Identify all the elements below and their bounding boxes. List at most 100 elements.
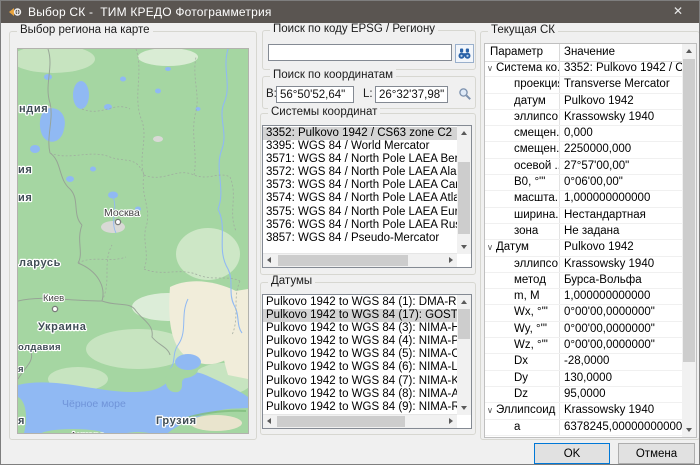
systems-list: 3352: Pulkovo 1942 / CS63 zone C23395: W… xyxy=(263,127,457,254)
value-cell: Бурса-Вольфа xyxy=(559,273,682,288)
datums-vertical-scrollbar[interactable] xyxy=(457,295,471,415)
column-header-value[interactable]: Значение xyxy=(559,44,696,61)
scrollbar-thumb[interactable] xyxy=(278,255,408,266)
value-cell: 0°00'00,0000000" xyxy=(559,338,682,353)
value-cell: 3352: Pulkovo 1942 / CS63 ... xyxy=(559,61,682,76)
value-cell: 0°06'00,00" xyxy=(559,175,682,190)
cs-table-row[interactable]: проекцияTransverse Mercator xyxy=(485,77,682,93)
parameter-cell: смещен... xyxy=(495,126,559,141)
list-item[interactable]: Pulkovo 1942 to WGS 84 (17): GOST-Rus xyxy=(263,309,457,322)
epsg-search-input[interactable] xyxy=(268,44,452,61)
map-label: олдавия xyxy=(18,342,61,353)
cs-table-row[interactable]: B0, °'"0°06'00,00" xyxy=(485,175,682,191)
map[interactable]: ндияияияМоскваларусьКиевУкраинаолдавияяЧ… xyxy=(17,48,249,434)
list-item[interactable]: Pulkovo 1942 to WGS 84 (3): NIMA-Hun xyxy=(263,322,457,335)
epsg-group-label: Поиск по коду EPSG / Региону xyxy=(270,23,438,35)
systems-group-label: Системы координат xyxy=(268,106,380,118)
list-item[interactable]: 3571: WGS 84 / North Pole LAEA Bering Se… xyxy=(263,153,457,166)
scroll-right-icon[interactable] xyxy=(449,418,453,424)
city-marker xyxy=(52,306,57,311)
ok-button[interactable]: OK xyxy=(534,443,610,464)
cs-table-row[interactable]: Wz, °'"0°00'00,0000000" xyxy=(485,338,682,354)
column-header-parameter[interactable]: Параметр xyxy=(485,44,559,61)
tree-indent xyxy=(485,126,495,141)
cs-table-row[interactable]: смещен...0,000 xyxy=(485,126,682,142)
parameter-cell: смещен... xyxy=(495,142,559,157)
list-item[interactable]: Pulkovo 1942 to WGS 84 (5): NIMA-Cze xyxy=(263,348,457,361)
systems-horizontal-scrollbar[interactable] xyxy=(263,253,457,267)
value-cell: 95,0000 xyxy=(559,387,682,402)
tree-indent xyxy=(485,420,495,435)
value-cell: Transverse Mercator xyxy=(559,77,682,92)
l-label: L: xyxy=(363,88,373,100)
cs-table-row[interactable]: смещен...2250000,000 xyxy=(485,142,682,158)
collapse-chevron-icon[interactable]: ∨ xyxy=(485,403,495,418)
scroll-left-icon[interactable] xyxy=(267,257,271,263)
cs-table-row[interactable]: зонаНе задана xyxy=(485,224,682,240)
cs-table-row[interactable]: эллипсо...Krassowsky 1940 xyxy=(485,110,682,126)
scroll-down-icon[interactable] xyxy=(461,245,467,249)
close-button[interactable]: ✕ xyxy=(657,1,699,23)
datums-list: Pulkovo 1942 to WGS 84 (1): DMA-RusPulko… xyxy=(263,296,457,415)
list-item[interactable]: 3575: WGS 84 / North Pole LAEA Europe xyxy=(263,206,457,219)
list-item[interactable]: 3572: WGS 84 / North Pole LAEA Alaska xyxy=(263,166,457,179)
scrollbar-thumb[interactable] xyxy=(683,59,695,362)
cs-table-row[interactable]: Wy, °'"0°00'00,0000000" xyxy=(485,322,682,338)
titlebar[interactable]: Выбор СК - ТИМ КРЕДО Фотограмметрия ✕ xyxy=(1,1,699,23)
value-cell: Krassowsky 1940 xyxy=(559,110,682,125)
value-cell: Krassowsky 1940 xyxy=(559,257,682,272)
coordinate-search-button[interactable] xyxy=(456,85,473,102)
city-marker xyxy=(115,219,120,224)
list-item[interactable]: 3352: Pulkovo 1942 / CS63 zone C2 xyxy=(263,127,457,140)
l-coordinate-input[interactable] xyxy=(375,86,448,103)
cs-table-row[interactable]: a6378245,000000000000 xyxy=(485,420,682,436)
scroll-right-icon[interactable] xyxy=(449,257,453,263)
systems-vertical-scrollbar[interactable] xyxy=(457,126,471,254)
value-cell: Не задана xyxy=(559,224,682,239)
cs-table-row[interactable]: датумPulkovo 1942 xyxy=(485,94,682,110)
cs-table-row[interactable]: ширина...Нестандартная xyxy=(485,208,682,224)
list-item[interactable]: Pulkovo 1942 to WGS 84 (6): NIMA-Lva xyxy=(263,361,457,374)
list-item[interactable]: 3395: WGS 84 / World Mercator xyxy=(263,140,457,153)
list-item[interactable]: Pulkovo 1942 to WGS 84 (7): NIMA-Kaz xyxy=(263,375,457,388)
cs-table-row[interactable]: методБурса-Вольфа xyxy=(485,273,682,289)
cs-table-row[interactable]: эллипсо...Krassowsky 1940 xyxy=(485,257,682,273)
list-item[interactable]: Pulkovo 1942 to WGS 84 (4): NIMA-Pol xyxy=(263,335,457,348)
cs-table-row[interactable]: масшта...1,000000000000 xyxy=(485,191,682,207)
collapse-chevron-icon[interactable]: ∨ xyxy=(485,240,495,255)
cs-table-row[interactable]: ∨Система ко...3352: Pulkovo 1942 / CS63 … xyxy=(485,61,682,77)
table-vertical-scrollbar[interactable] xyxy=(682,44,696,437)
scroll-down-icon[interactable] xyxy=(461,406,467,410)
parameter-cell: Wz, °'" xyxy=(495,338,559,353)
cs-table-row[interactable]: ∨ДатумPulkovo 1942 xyxy=(485,240,682,256)
list-item[interactable]: Pulkovo 1942 to WGS 84 (9): NIMA-Rom xyxy=(263,401,457,414)
cs-table-row[interactable]: Dx-28,0000 xyxy=(485,354,682,370)
scroll-up-icon[interactable] xyxy=(461,131,467,135)
cs-table-row[interactable]: m, M1,000000000000 xyxy=(485,289,682,305)
scrollbar-thumb[interactable] xyxy=(277,416,405,427)
cs-table-row[interactable]: ∨ЭллипсоидKrassowsky 1940 xyxy=(485,403,682,419)
scroll-down-icon[interactable] xyxy=(686,428,692,432)
scroll-up-icon[interactable] xyxy=(686,49,692,53)
app-icon xyxy=(8,5,22,19)
list-item[interactable]: Pulkovo 1942 to WGS 84 (8): NIMA-Alb xyxy=(263,388,457,401)
cancel-button[interactable]: Отмена xyxy=(618,443,695,464)
b-coordinate-input[interactable] xyxy=(276,86,354,103)
collapse-chevron-icon[interactable]: ∨ xyxy=(485,61,495,76)
scrollbar-thumb[interactable] xyxy=(458,162,470,234)
scroll-left-icon[interactable] xyxy=(267,418,271,424)
datums-horizontal-scrollbar[interactable] xyxy=(263,414,457,428)
cs-table-row[interactable]: Dy130,0000 xyxy=(485,371,682,387)
list-item[interactable]: 3576: WGS 84 / North Pole LAEA Russia xyxy=(263,219,457,232)
list-item[interactable]: 3857: WGS 84 / Pseudo-Mercator xyxy=(263,232,457,245)
cs-table-row[interactable]: осевой ...27°57'00,00" xyxy=(485,159,682,175)
scrollbar-thumb[interactable] xyxy=(458,309,470,339)
list-item[interactable]: 3574: WGS 84 / North Pole LAEA Atlantic xyxy=(263,192,457,205)
epsg-search-button[interactable] xyxy=(455,44,474,63)
list-item[interactable]: 3573: WGS 84 / North Pole LAEA Canada xyxy=(263,179,457,192)
table-body: ∨Система ко...3352: Pulkovo 1942 / CS63 … xyxy=(485,61,682,437)
scroll-up-icon[interactable] xyxy=(461,300,467,304)
list-item[interactable]: Pulkovo 1942 to WGS 84 (1): DMA-Rus xyxy=(263,296,457,309)
cs-table-row[interactable]: Wx, °'"0°00'00,0000000" xyxy=(485,305,682,321)
cs-table-row[interactable]: Dz95,0000 xyxy=(485,387,682,403)
